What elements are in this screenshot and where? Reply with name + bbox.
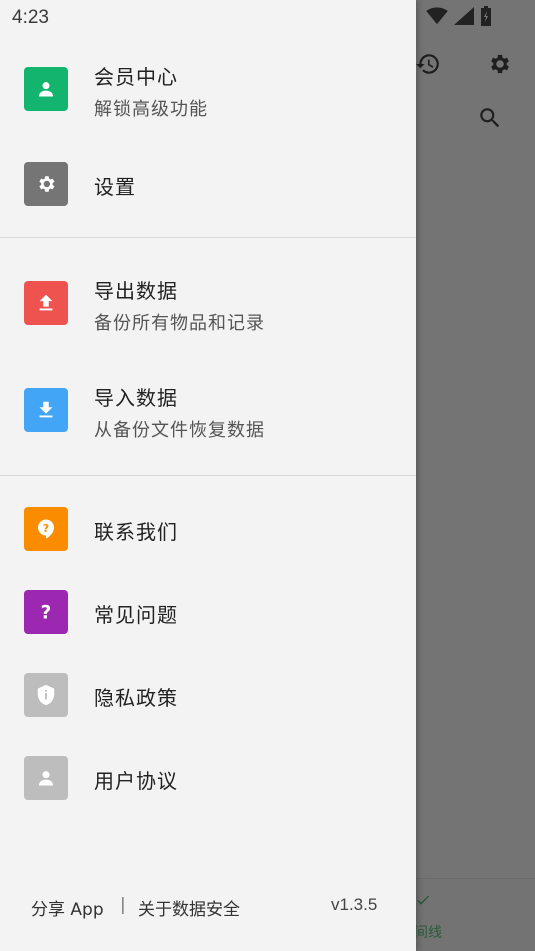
menu-item-faq[interactable]: ? 常见问题 xyxy=(0,572,416,652)
feedback-icon: ? xyxy=(24,507,68,551)
menu-item-export[interactable]: 导出数据 备份所有物品和记录 xyxy=(0,263,416,343)
svg-text:?: ? xyxy=(43,522,49,535)
menu-item-title: 导出数据 xyxy=(94,279,178,303)
menu-item-title: 联系我们 xyxy=(94,520,178,544)
status-icons xyxy=(426,6,492,30)
menu-item-settings[interactable]: 设置 xyxy=(0,144,416,224)
menu-item-contact[interactable]: ? 联系我们 xyxy=(0,489,416,569)
menu-item-subtitle: 从备份文件恢复数据 xyxy=(94,420,265,441)
footer-separator: | xyxy=(120,895,126,915)
app-version: v1.3.5 xyxy=(331,895,378,914)
signal-icon xyxy=(454,7,474,29)
person-icon xyxy=(24,67,68,111)
menu-item-import[interactable]: 导入数据 从备份文件恢复数据 xyxy=(0,370,416,450)
search-icon xyxy=(476,104,504,132)
menu-item-title: 隐私政策 xyxy=(94,686,178,710)
navigation-drawer: 4:23 会员中心 解锁高级功能 设置 导出数据 备份所有物品和记录 导入数据 … xyxy=(0,0,416,951)
nav-label-partial: 间线 xyxy=(414,925,442,941)
status-time: 4:23 xyxy=(12,7,49,28)
wifi-icon xyxy=(426,7,448,29)
menu-item-title: 设置 xyxy=(94,175,136,199)
divider xyxy=(0,475,416,476)
shield-icon xyxy=(24,673,68,717)
svg-text:?: ? xyxy=(41,602,52,623)
history-icon xyxy=(414,50,442,78)
person-icon xyxy=(24,756,68,800)
data-safety-link[interactable]: 关于数据安全 xyxy=(138,895,240,920)
menu-item-title: 常见问题 xyxy=(94,603,178,627)
menu-item-title: 导入数据 xyxy=(94,386,178,410)
upload-icon xyxy=(24,281,68,325)
download-icon xyxy=(24,388,68,432)
menu-item-membership[interactable]: 会员中心 解锁高级功能 xyxy=(0,49,416,129)
menu-item-title: 会员中心 xyxy=(94,65,178,89)
gear-icon xyxy=(485,50,513,78)
menu-item-title: 用户协议 xyxy=(94,769,178,793)
menu-item-agreement[interactable]: 用户协议 xyxy=(0,738,416,818)
gear-icon xyxy=(24,162,68,206)
question-icon: ? xyxy=(24,590,68,634)
battery-icon xyxy=(480,6,492,30)
menu-item-privacy[interactable]: 隐私政策 xyxy=(0,655,416,735)
check-icon xyxy=(415,892,431,912)
menu-item-subtitle: 解锁高级功能 xyxy=(94,99,208,120)
divider xyxy=(0,237,416,238)
share-app-link[interactable]: 分享 App xyxy=(31,895,104,920)
drawer-footer: 分享 App | 关于数据安全 v1.3.5 xyxy=(0,895,416,925)
menu-item-subtitle: 备份所有物品和记录 xyxy=(94,313,265,334)
